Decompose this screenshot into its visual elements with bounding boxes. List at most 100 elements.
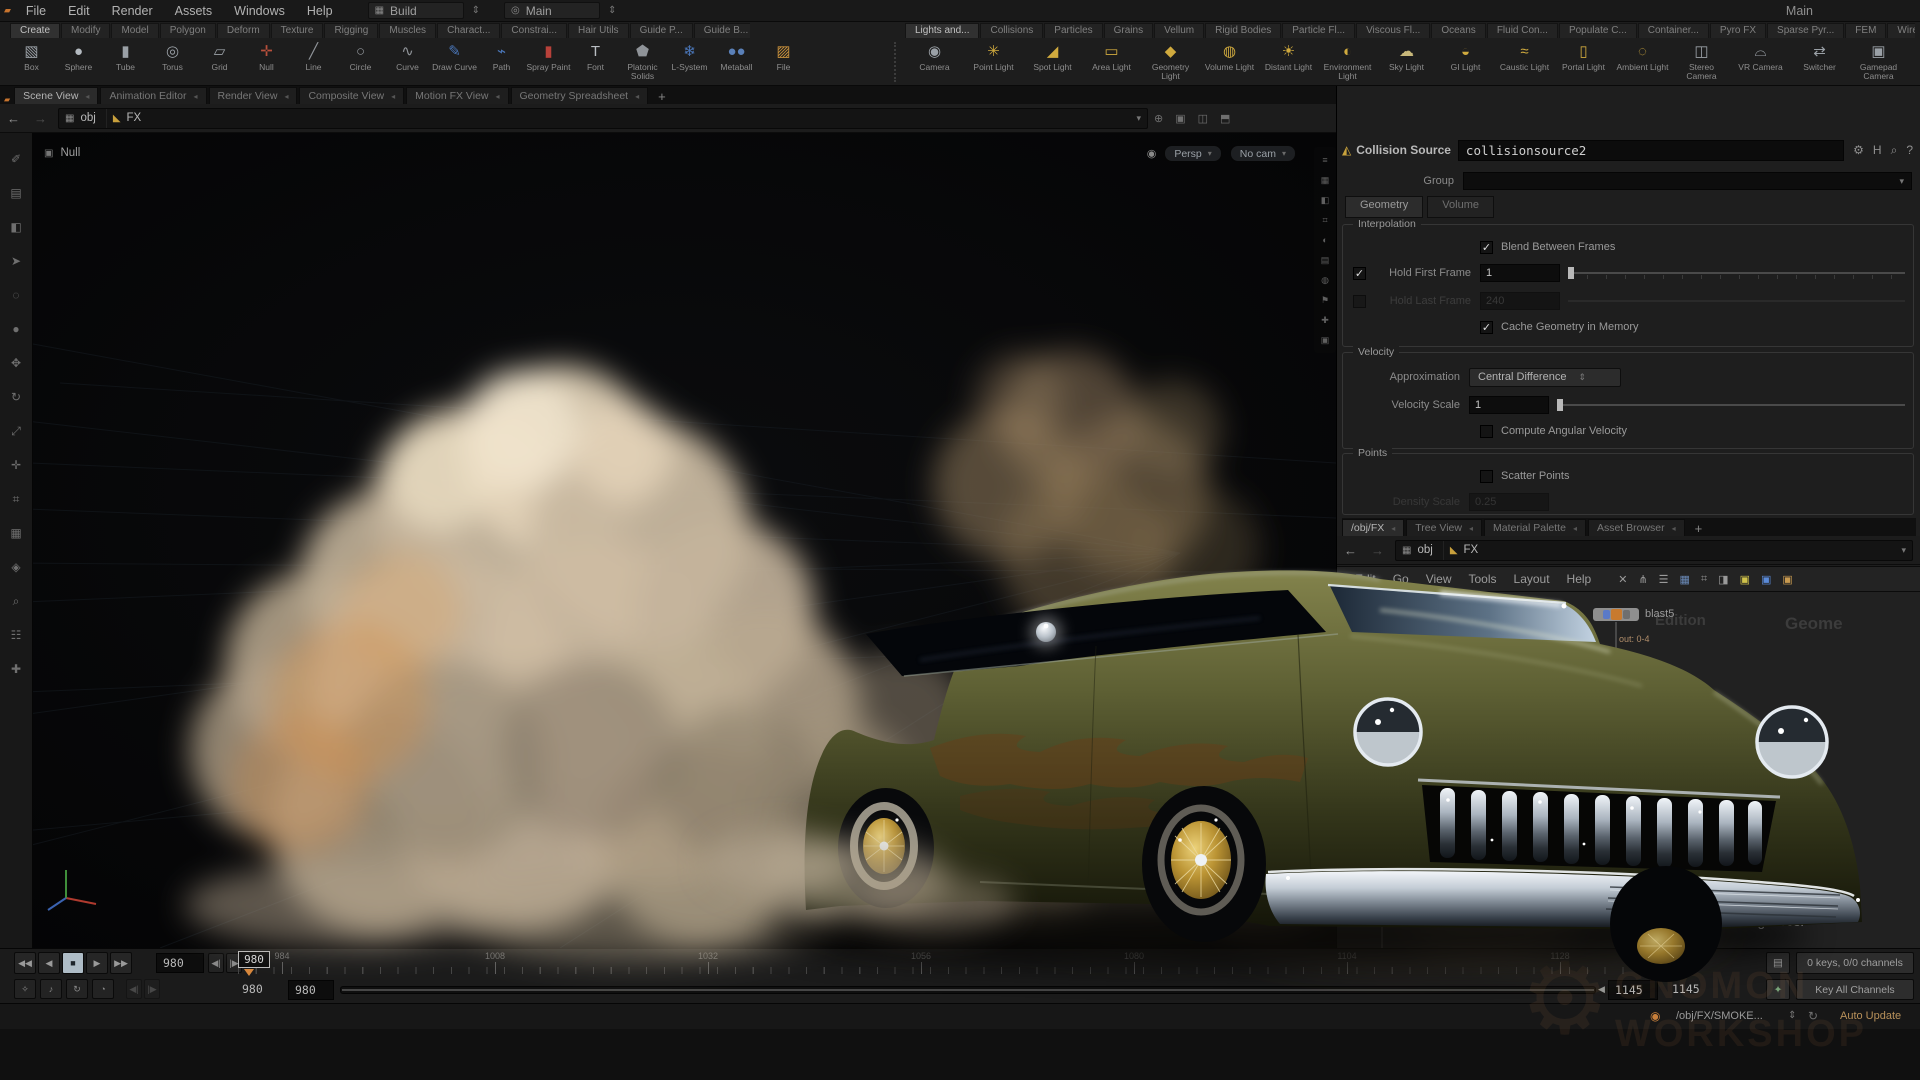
projection-menu[interactable]: Persp▾	[1164, 145, 1221, 162]
viewport-display-option-icon[interactable]: ◍	[1317, 272, 1333, 288]
pane-tab-marker-icon[interactable]: ◂	[1672, 524, 1676, 533]
gear-icon[interactable]: ⚙	[1853, 143, 1864, 157]
network-toolbar-icon[interactable]: ▣	[1740, 573, 1750, 586]
node-blast5[interactable]	[1593, 608, 1639, 621]
path-drop-icon[interactable]: ▾	[1895, 545, 1912, 556]
shelf-tool[interactable]: ✛ Null	[243, 39, 290, 85]
audio-icon[interactable]: ♪	[40, 979, 62, 999]
shelf-tool[interactable]: ✎ Draw Curve	[431, 39, 478, 85]
approximation-dropdown[interactable]: Central Difference⇕	[1469, 368, 1621, 387]
snapshot-icon[interactable]: ▣	[1169, 112, 1191, 125]
node-flag[interactable]	[1369, 900, 1376, 909]
shelf-tab[interactable]: Vellum	[1154, 23, 1204, 38]
shelf-tab[interactable]: Charact...	[437, 23, 500, 38]
shelf-tab[interactable]: Collisions	[980, 23, 1043, 38]
viewport-tool-icon[interactable]: ◈	[4, 555, 28, 579]
auto-update-selector[interactable]: Auto Update	[1840, 1010, 1901, 1022]
shelf-tool[interactable]: ◉ Camera	[905, 39, 964, 85]
shelf-tool[interactable]: ⌁ Path	[478, 39, 525, 85]
shelf-tool[interactable]: ◍ Volume Light	[1200, 39, 1259, 85]
realtime-toggle-icon[interactable]: ↻	[66, 979, 88, 999]
status-spinner-icon[interactable]: ⇕	[1788, 1010, 1796, 1021]
hold-first-frame-slider[interactable]	[1568, 266, 1905, 280]
breadcrumb-obj[interactable]: ▦obj	[1396, 541, 1444, 560]
network-menu-item[interactable]: Edit	[1355, 572, 1376, 586]
pane-tab[interactable]: Composite View◂	[299, 87, 404, 104]
node-attribdelete1[interactable]	[1359, 898, 1405, 911]
shelf-tool[interactable]: ⇄ Switcher	[1790, 39, 1849, 85]
step-back-button[interactable]: ◀|	[208, 953, 224, 973]
playback-start-field[interactable]: 980	[288, 980, 334, 1000]
search-icon[interactable]: ⌕	[1891, 143, 1898, 158]
group-field[interactable]	[1463, 172, 1912, 190]
hold-last-frame-checkbox[interactable]	[1353, 295, 1366, 308]
viewport-display-option-icon[interactable]: ▦	[1317, 172, 1333, 188]
help-icon[interactable]: ?	[1906, 143, 1913, 157]
viewport-display-option-icon[interactable]: ◧	[1317, 192, 1333, 208]
network-menu-item[interactable]: Help	[1567, 572, 1592, 586]
shelf-tab[interactable]: Constrai...	[501, 23, 567, 38]
path-field[interactable]: ▦obj ◣FX ▾	[58, 108, 1148, 129]
shelf-tool[interactable]: ●● Metaball	[713, 39, 760, 85]
pane-tab[interactable]: Asset Browser◂	[1588, 519, 1685, 536]
viewport-tool-icon[interactable]: ●	[4, 317, 28, 341]
menubar-item[interactable]: Help	[296, 0, 344, 22]
shelf-tab[interactable]: Rigid Bodies	[1205, 23, 1281, 38]
node-name-field[interactable]: collisionsource2	[1458, 140, 1844, 161]
blend-between-frames-checkbox[interactable]: ✓	[1480, 241, 1493, 254]
timeline-ruler[interactable]: 984 1008 1032 1056 1080 1104 1128 98	[238, 951, 1706, 976]
playhead-frame-box[interactable]: 980	[238, 951, 270, 968]
playback-range-slider[interactable]	[340, 986, 1596, 994]
forward-arrow-icon[interactable]: →	[27, 111, 54, 126]
viewport-tool-icon[interactable]: ⌕	[4, 589, 28, 613]
forward-arrow-icon[interactable]: →	[1364, 543, 1391, 558]
node-flag[interactable]	[1623, 610, 1630, 619]
key-all-channels-button[interactable]: Key All Channels	[1796, 979, 1914, 1000]
shelf-tab[interactable]: Particles	[1044, 23, 1102, 38]
avatar[interactable]: ◉	[1650, 1009, 1660, 1023]
current-frame-field[interactable]: 980	[156, 953, 204, 973]
network-toolbar-icon[interactable]: ⌗	[1701, 573, 1707, 586]
shelf-tab[interactable]: Sparse Pyr...	[1767, 23, 1844, 38]
shelf-tool[interactable]: ▮ Tube	[102, 39, 149, 85]
shelf-tool[interactable]: ▮ Spray Paint	[525, 39, 572, 85]
shelf-drag-handle[interactable]	[894, 42, 900, 82]
menubar-item[interactable]: Render	[101, 0, 164, 22]
viewport-tool-icon[interactable]: ◌	[4, 283, 28, 307]
pane-tab[interactable]: /obj/FX◂	[1342, 519, 1404, 536]
hold-first-frame-checkbox[interactable]: ✓	[1353, 267, 1366, 280]
velocity-scale-field[interactable]: 1	[1469, 396, 1549, 414]
shelf-tool[interactable]: ▭ Area Light	[1082, 39, 1141, 85]
stop-button[interactable]: ■	[62, 952, 84, 974]
viewport-display-option-icon[interactable]: ⚑	[1317, 292, 1333, 308]
jump-to-start-button[interactable]: ◀◀	[14, 952, 36, 974]
global-start-field[interactable]: 980	[236, 980, 276, 1000]
shelf-tab[interactable]: FEM	[1845, 23, 1886, 38]
shelf-tool[interactable]: ▯ Portal Light	[1554, 39, 1613, 85]
scatter-points-checkbox[interactable]	[1480, 470, 1493, 483]
range-lock-icon[interactable]: ◀|	[126, 979, 142, 999]
shelf-tool[interactable]: ▱ Grid	[196, 39, 243, 85]
shelf-tab[interactable]: Pyro FX	[1710, 23, 1766, 38]
play-backward-button[interactable]: ◀	[38, 952, 60, 974]
shelf-tab[interactable]: Rigging	[324, 23, 378, 38]
range-lock-icon[interactable]: |▶	[144, 979, 160, 999]
node-flag[interactable]	[1603, 610, 1610, 619]
pane-tab-marker-icon[interactable]: ◂	[635, 92, 639, 101]
shelf-tab[interactable]: Create	[10, 23, 60, 38]
velocity-scale-slider[interactable]	[1557, 398, 1905, 412]
tab-geometry[interactable]: Geometry	[1345, 196, 1423, 218]
shelf-tab[interactable]: Muscles	[379, 23, 436, 38]
viewport-display-option-icon[interactable]: ▤	[1317, 252, 1333, 268]
shelf-tool[interactable]: ∿ Curve	[384, 39, 431, 85]
keyframe-options-icon[interactable]: ▤	[1766, 952, 1790, 974]
shelf-tab[interactable]: Oceans	[1431, 23, 1485, 38]
pane-tab-marker-icon[interactable]: ◂	[496, 92, 500, 101]
compute-angular-velocity-checkbox[interactable]	[1480, 425, 1493, 438]
shelf-tool[interactable]: ◢ Spot Light	[1023, 39, 1082, 85]
shelf-tool[interactable]: ▣ Gamepad Camera	[1849, 39, 1908, 85]
pane-tab[interactable]: Tree View◂	[1406, 519, 1482, 536]
viewport-tool-icon[interactable]: ▤	[4, 181, 28, 205]
shelf-tool[interactable]: ◆ Geometry Light	[1141, 39, 1200, 85]
shelf-tool[interactable]: ☁ Sky Light	[1377, 39, 1436, 85]
